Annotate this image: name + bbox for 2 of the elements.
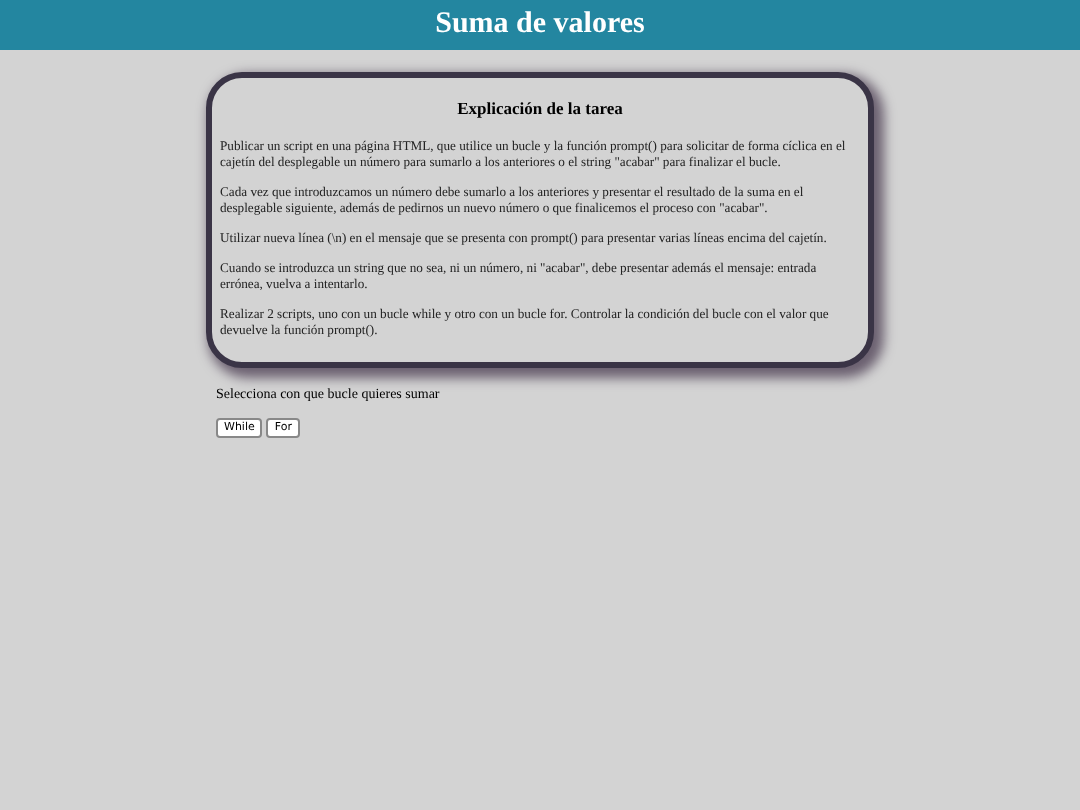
task-title: Explicación de la tarea — [455, 96, 625, 122]
page-title: Suma de valores — [435, 10, 645, 40]
